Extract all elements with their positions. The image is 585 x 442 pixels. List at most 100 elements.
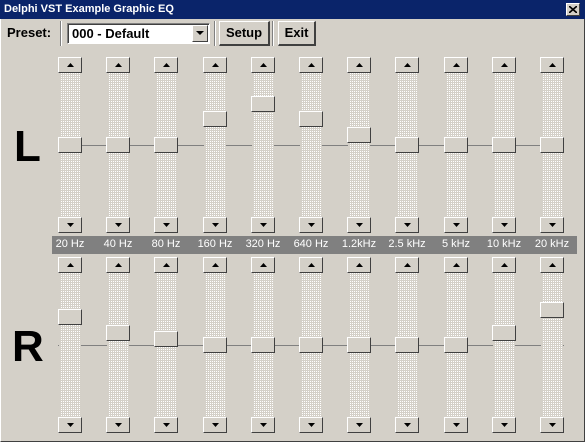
left-band-slider[interactable] — [492, 57, 516, 233]
slider-thumb[interactable] — [251, 337, 275, 353]
left-band-slider[interactable] — [395, 57, 419, 233]
left-band-slider[interactable] — [347, 57, 371, 233]
setup-button[interactable]: Setup — [219, 21, 270, 46]
slider-up-button[interactable] — [347, 57, 371, 73]
slider-thumb[interactable] — [444, 337, 468, 353]
slider-up-button[interactable] — [203, 257, 227, 273]
slider-thumb[interactable] — [154, 137, 178, 153]
slider-up-button[interactable] — [251, 57, 275, 73]
right-band-slider[interactable] — [347, 257, 371, 433]
right-band-slider[interactable] — [444, 257, 468, 433]
slider-down-button[interactable] — [540, 217, 564, 233]
slider-thumb[interactable] — [492, 137, 516, 153]
slider-thumb[interactable] — [203, 337, 227, 353]
slider-down-button[interactable] — [106, 417, 130, 433]
slider-down-button[interactable] — [347, 417, 371, 433]
slider-track[interactable] — [204, 73, 226, 217]
slider-up-button[interactable] — [58, 257, 82, 273]
slider-down-button[interactable] — [395, 417, 419, 433]
left-band-slider[interactable] — [444, 57, 468, 233]
slider-down-button[interactable] — [395, 217, 419, 233]
slider-thumb[interactable] — [540, 137, 564, 153]
slider-down-button[interactable] — [154, 217, 178, 233]
slider-up-button[interactable] — [347, 257, 371, 273]
slider-up-button[interactable] — [444, 257, 468, 273]
exit-button[interactable]: Exit — [278, 21, 316, 46]
slider-up-button[interactable] — [106, 257, 130, 273]
slider-down-button[interactable] — [203, 217, 227, 233]
slider-thumb[interactable] — [58, 137, 82, 153]
slider-down-button[interactable] — [540, 417, 564, 433]
slider-thumb[interactable] — [347, 127, 371, 143]
slider-track[interactable] — [493, 273, 515, 417]
slider-up-button[interactable] — [58, 57, 82, 73]
slider-thumb[interactable] — [58, 309, 82, 325]
slider-track[interactable] — [107, 273, 129, 417]
slider-up-button[interactable] — [154, 57, 178, 73]
slider-up-button[interactable] — [492, 57, 516, 73]
slider-up-button[interactable] — [299, 57, 323, 73]
slider-thumb[interactable] — [251, 96, 275, 112]
right-band-slider[interactable] — [106, 257, 130, 433]
slider-track[interactable] — [348, 73, 370, 217]
slider-up-button[interactable] — [106, 57, 130, 73]
left-band-slider[interactable] — [540, 57, 564, 233]
slider-down-button[interactable] — [58, 417, 82, 433]
slider-thumb[interactable] — [106, 137, 130, 153]
slider-track[interactable] — [59, 273, 81, 417]
slider-down-button[interactable] — [492, 417, 516, 433]
slider-down-button[interactable] — [251, 217, 275, 233]
slider-up-button[interactable] — [395, 57, 419, 73]
slider-thumb[interactable] — [299, 111, 323, 127]
slider-track[interactable] — [541, 273, 563, 417]
slider-down-button[interactable] — [347, 217, 371, 233]
slider-thumb[interactable] — [203, 111, 227, 127]
slider-down-button[interactable] — [251, 417, 275, 433]
close-button[interactable] — [566, 3, 580, 16]
slider-thumb[interactable] — [492, 325, 516, 341]
slider-thumb[interactable] — [299, 337, 323, 353]
slider-up-button[interactable] — [540, 257, 564, 273]
preset-select[interactable]: 000 - Default — [67, 23, 210, 44]
right-band-slider[interactable] — [395, 257, 419, 433]
right-band-slider[interactable] — [251, 257, 275, 433]
right-band-slider[interactable] — [58, 257, 82, 433]
slider-up-button[interactable] — [203, 57, 227, 73]
slider-up-button[interactable] — [540, 57, 564, 73]
slider-thumb[interactable] — [106, 325, 130, 341]
left-band-slider[interactable] — [299, 57, 323, 233]
right-band-slider[interactable] — [299, 257, 323, 433]
slider-thumb[interactable] — [444, 137, 468, 153]
preset-dropdown-button[interactable] — [192, 25, 208, 42]
slider-up-button[interactable] — [154, 257, 178, 273]
slider-down-button[interactable] — [106, 217, 130, 233]
slider-track[interactable] — [252, 73, 274, 217]
slider-down-button[interactable] — [58, 217, 82, 233]
right-band-slider[interactable] — [203, 257, 227, 433]
slider-track[interactable] — [300, 73, 322, 217]
right-band-slider[interactable] — [154, 257, 178, 433]
slider-down-button[interactable] — [444, 417, 468, 433]
slider-up-button[interactable] — [299, 257, 323, 273]
slider-up-button[interactable] — [492, 257, 516, 273]
slider-thumb[interactable] — [540, 302, 564, 318]
left-band-slider[interactable] — [58, 57, 82, 233]
right-band-slider[interactable] — [492, 257, 516, 433]
slider-thumb[interactable] — [395, 137, 419, 153]
slider-thumb[interactable] — [395, 337, 419, 353]
slider-down-button[interactable] — [492, 217, 516, 233]
slider-down-button[interactable] — [154, 417, 178, 433]
slider-up-button[interactable] — [444, 57, 468, 73]
slider-up-button[interactable] — [395, 257, 419, 273]
slider-down-button[interactable] — [299, 417, 323, 433]
left-band-slider[interactable] — [251, 57, 275, 233]
left-band-slider[interactable] — [106, 57, 130, 233]
slider-down-button[interactable] — [444, 217, 468, 233]
slider-down-button[interactable] — [203, 417, 227, 433]
left-band-slider[interactable] — [203, 57, 227, 233]
slider-up-button[interactable] — [251, 257, 275, 273]
left-band-slider[interactable] — [154, 57, 178, 233]
right-band-slider[interactable] — [540, 257, 564, 433]
slider-thumb[interactable] — [154, 331, 178, 347]
slider-down-button[interactable] — [299, 217, 323, 233]
